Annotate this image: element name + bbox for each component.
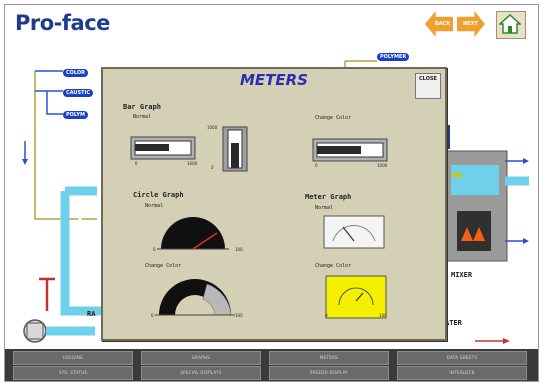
meter-graph-title: Meter Graph [305, 193, 352, 201]
circle-n-tick-max: 100 [235, 247, 243, 252]
close-button-label: CLOSE [419, 76, 437, 82]
meter-cc-tick-max: 100 [379, 313, 387, 318]
circle-graph-normal-label: Normal [145, 203, 164, 209]
btn-logging[interactable]: LOGGING [13, 351, 133, 365]
bar-v-tick-max: 1000 [207, 125, 218, 130]
process-tag-polymer: POLYMER [377, 53, 410, 61]
close-button[interactable]: CLOSE [415, 73, 441, 99]
meter-graph-normal [323, 215, 385, 249]
btn-speedo-display[interactable]: SPEEDO DISPLAY [269, 366, 389, 380]
circle-cc-tick-min: 0 [151, 313, 154, 318]
bar-cc-tick-min: 0 [315, 163, 318, 168]
circle-n-tick-min: 0 [153, 247, 156, 252]
meter-graph-normal-label: Normal [315, 205, 334, 211]
bar-cc-tick-max: 1000 [377, 163, 388, 168]
circle-graph-title: Circle Graph [133, 191, 184, 199]
bar-graph-change-color-label: Change Color [315, 115, 352, 121]
next-arrow-label: NEXT [463, 21, 478, 27]
btn-sys-status[interactable]: SYS. STATUS [13, 366, 133, 380]
bar-graph-title: Bar Graph [123, 103, 161, 111]
proface-logo: Pro-face [15, 11, 110, 35]
home-button[interactable] [496, 11, 526, 39]
hmi-screen: Pro-face BACK NEXT COLOR CAUSTIC POLYM P… [4, 4, 539, 382]
bar-h-tick-max: 1000 [187, 161, 198, 166]
process-tag-color: COLOR [63, 69, 89, 77]
meter-cc-tick-min: 0 [325, 313, 328, 318]
meters-dialog: METERS CLOSE Bar Graph Normal 0 1000 0 1… [101, 67, 447, 341]
circle-cc-tick-max: 100 [235, 313, 243, 318]
btn-interlock[interactable]: INTERLOCK [397, 366, 527, 380]
btn-special-displays[interactable]: SPECIAL DISPLAYS [141, 366, 261, 380]
home-icon [499, 13, 521, 34]
circle-graph-change-color-label: Change Color [145, 263, 182, 269]
bar-h-tick-min: 0 [135, 161, 138, 166]
back-arrow-label: BACK [435, 21, 451, 27]
meter-graph-change-color-label: Change Color [315, 263, 352, 269]
btn-data-sheets[interactable]: DATA SHEETS [397, 351, 527, 365]
btn-meters[interactable]: METERS [269, 351, 389, 365]
btn-graphs[interactable]: GRAPHS [141, 351, 261, 365]
circle-graph-change-color [155, 279, 235, 316]
ra-label: RA [87, 310, 96, 318]
dialog-title: METERS [239, 71, 308, 89]
water-tank-label: ATER [445, 319, 462, 327]
bar-graph-normal-label: Normal [133, 114, 152, 120]
bar-v-tick-min: 0 [211, 165, 214, 170]
process-tag-caustic: CAUSTIC [63, 89, 93, 97]
meter-graph-change-color [325, 275, 387, 319]
circle-graph-normal [157, 217, 229, 250]
mixer-label: MIXER [451, 271, 473, 279]
bottom-nav-bar: LOGGING GRAPHS METERS DATA SHEETS SYS. S… [5, 349, 538, 381]
process-tag-polym: POLYM [63, 111, 88, 119]
